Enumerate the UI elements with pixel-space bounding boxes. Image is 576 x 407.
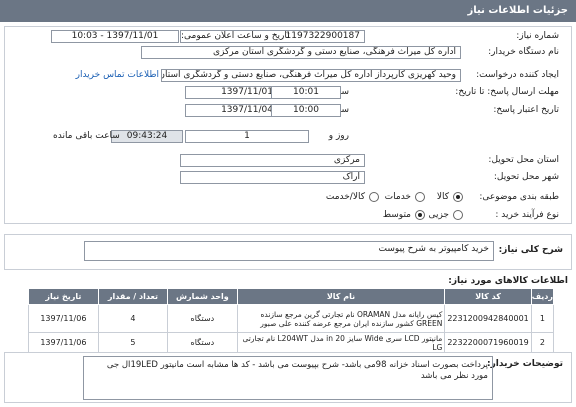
item-name: کیس رایانه مدل ORAMAN نام تجارتی گرین مر… xyxy=(236,304,446,333)
city-field: اراک xyxy=(180,171,365,184)
col-qty: تعداد / مقدار xyxy=(97,288,169,305)
item-qty: 5 xyxy=(97,332,169,353)
category-label: طبقه بندی موضوعی: xyxy=(479,192,559,202)
announce-label: تاریخ و ساعت اعلان عمومی: xyxy=(181,31,290,41)
days-label: روز و xyxy=(328,131,349,141)
item-date: 1397/11/06 xyxy=(28,304,99,333)
items-section-title: اطلاعات کالاهای مورد نیاز: xyxy=(448,276,568,286)
col-row: ردیف xyxy=(530,288,555,305)
notes-field: پرداخت بصورت اسناد خزانه 98می باشد- شرح … xyxy=(83,356,493,400)
category-goods-services-radio[interactable] xyxy=(369,192,379,202)
description-panel: شرح کلی نیاز: خرید کامپیوتر به شرح پیوست xyxy=(4,234,572,270)
description-field: خرید کامپیوتر به شرح پیوست xyxy=(84,241,494,261)
item-code: 2231200942840001 xyxy=(444,304,532,333)
items-table: ردیف کد کالا نام کالا واحد شمارش تعداد /… xyxy=(28,288,555,353)
table-row: 1 2231200942840001 کیس رایانه مدل ORAMAN… xyxy=(28,304,555,333)
notes-panel: توضیحات خریدار: پرداخت بصورت اسناد خزانه… xyxy=(4,352,572,403)
col-date: تاریخ نیاز xyxy=(28,288,99,305)
item-date: 1397/11/06 xyxy=(28,332,99,353)
item-unit: دستگاه xyxy=(167,304,238,333)
category-services-label: خدمات xyxy=(384,192,411,202)
items-table-header: ردیف کد کالا نام کالا واحد شمارش تعداد /… xyxy=(28,288,555,305)
validity-time-field: 10:00 xyxy=(271,104,341,117)
category-goods-services-label: کالا/خدمت xyxy=(325,192,365,202)
remaining-time-field: 09:43:24 xyxy=(111,130,183,143)
item-name: مانیتور LCD سری Wide سایز 20 in مدل L204… xyxy=(236,332,446,353)
buyer-org-label: نام دستگاه خریدار: xyxy=(488,47,559,57)
buyer-contact-link[interactable]: اطلاعات تماس خریدار xyxy=(76,70,159,80)
need-number-label: شماره نیاز: xyxy=(516,31,559,41)
col-name: نام کالا xyxy=(236,288,446,305)
process-medium-label: متوسط xyxy=(382,210,411,220)
item-unit: دستگاه xyxy=(167,332,238,353)
days-field: 1 xyxy=(185,130,309,143)
buyer-org-field: اداره کل میراث فرهنگی، صنایع دستی و گردش… xyxy=(141,46,461,59)
creator-label: ایجاد کننده درخواست: xyxy=(476,70,559,80)
creator-field: وحید کهریزی کارپرداز اداره کل میراث فرهن… xyxy=(161,69,461,82)
page-title: جزئیات اطلاعات نیاز xyxy=(467,5,568,16)
send-deadline-label: مهلت ارسال پاسخ: تا تاریخ: xyxy=(455,87,559,97)
province-label: استان محل تحویل: xyxy=(488,155,559,165)
category-goods-label: کالا xyxy=(436,192,449,202)
col-unit: واحد شمارش xyxy=(167,288,238,305)
city-label: شهر محل تحویل: xyxy=(493,172,559,182)
send-deadline-time-field: 10:01 xyxy=(271,86,341,99)
process-minor-radio[interactable] xyxy=(453,210,463,220)
process-medium-radio[interactable] xyxy=(415,210,425,220)
item-code: 2232200071960019 xyxy=(444,332,532,353)
process-label: نوع فرآیند خرید : xyxy=(495,210,559,220)
province-field: مرکزی xyxy=(180,154,365,167)
row-number: 2 xyxy=(530,332,555,353)
process-minor-label: جزیی xyxy=(428,210,449,220)
row-number: 1 xyxy=(530,304,555,333)
description-label: شرح کلی نیاز: xyxy=(498,245,563,255)
remaining-label: ساعت باقی مانده xyxy=(53,131,120,141)
category-goods-radio[interactable] xyxy=(453,192,463,202)
announce-field: 1397/11/01 - 10:03 xyxy=(51,30,179,43)
need-details-panel: شماره نیاز: 1197322900187 تاریخ و ساعت ا… xyxy=(4,26,572,224)
page-header: جزئیات اطلاعات نیاز xyxy=(0,0,576,22)
col-code: کد کالا xyxy=(444,288,532,305)
category-services-radio[interactable] xyxy=(415,192,425,202)
table-row: 2 2232200071960019 مانیتور LCD سری Wide … xyxy=(28,332,555,353)
item-qty: 4 xyxy=(97,304,169,333)
validity-label: تاریخ اعتبار پاسخ: xyxy=(493,105,559,115)
notes-label: توضیحات خریدار: xyxy=(487,359,563,369)
